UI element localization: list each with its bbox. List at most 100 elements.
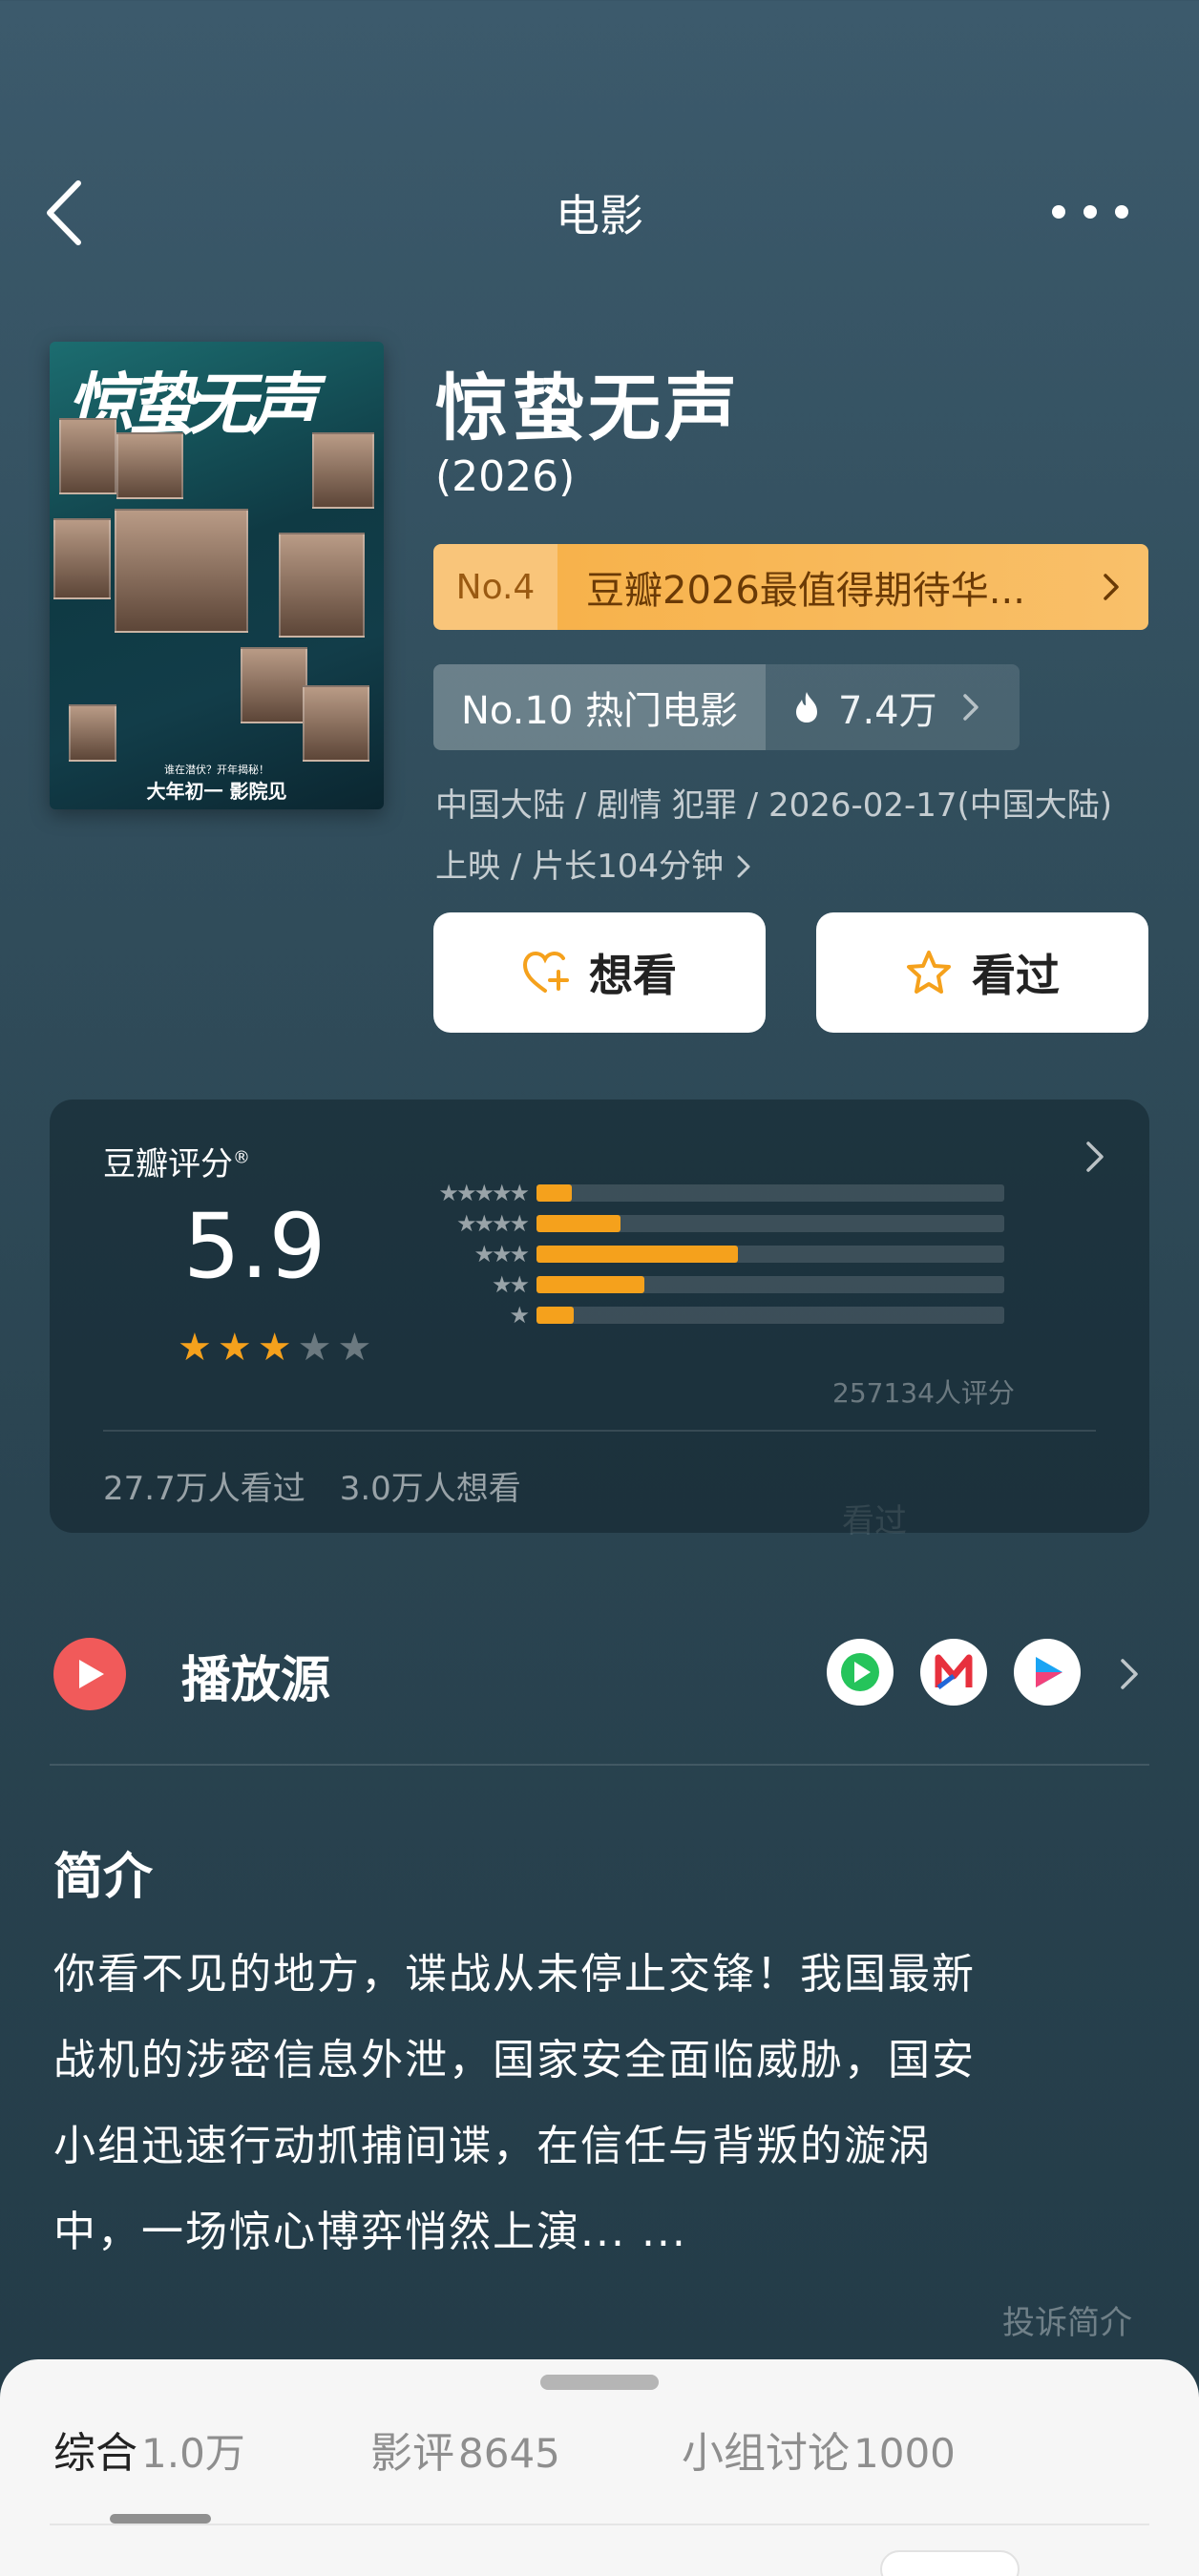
filter-pill[interactable]: [880, 2550, 1020, 2576]
faded-seen-text: 看过: [842, 1502, 907, 1540]
distribution-stars-icon: ★: [509, 1302, 530, 1329]
poster-portrait: [115, 509, 248, 633]
rating-count: 257134人评分: [832, 1377, 1015, 1409]
distribution-bar: [536, 1184, 572, 1202]
drag-handle[interactable]: [540, 2375, 659, 2390]
intro-text[interactable]: 你看不见的地方，谍战从未停止交锋！我国最新 战机的涉密信息外泄，国家安全面临威胁…: [53, 1932, 1151, 2275]
distribution-stars-icon: ★★★: [473, 1241, 530, 1267]
rating-stars: ★ ★ ★ ★ ★: [178, 1329, 371, 1367]
seen-button[interactable]: 看过: [816, 912, 1148, 1033]
rating-distribution-row: ★: [417, 1300, 1004, 1330]
rank-number: No.4: [433, 544, 557, 630]
movie-poster[interactable]: 惊蛰无声 谁在潜伏？开年揭秘！ 大年初一 影院见: [50, 342, 384, 809]
section-divider: [50, 1764, 1149, 1766]
rating-card[interactable]: 豆瓣评分® 5.9 ★ ★ ★ ★ ★ ★★★★★ ★★★★ ★★★ ★★ ★ 257134人评…: [50, 1100, 1149, 1540]
poster-portrait: [303, 685, 369, 762]
tab-count: 1000: [853, 2430, 956, 2477]
tab-count: 8645: [458, 2430, 560, 2477]
heart-plus-icon: [522, 951, 569, 993]
distribution-bar: [536, 1307, 575, 1324]
poster-portrait: [279, 533, 365, 638]
star-empty-icon: ★: [337, 1326, 372, 1370]
distribution-track: [536, 1276, 1004, 1293]
poster-portrait: [116, 432, 183, 499]
divider: [103, 1430, 1096, 1432]
meta-line-1: 中国大陆 / 剧情 犯罪 / 2026-02-17(中国大陆): [435, 786, 1113, 825]
tab-reviews[interactable]: 影评 8645: [370, 2419, 560, 2480]
chevron-right-icon: [737, 855, 750, 878]
more-dots-icon: [1052, 205, 1065, 219]
active-tab-indicator: [110, 2514, 211, 2524]
want-to-watch-button[interactable]: 想看: [433, 912, 766, 1033]
distribution-track: [536, 1307, 1004, 1324]
movie-title: 惊蛰无声: [435, 366, 741, 450]
tab-group-discussion[interactable]: 小组讨论 1000: [682, 2419, 956, 2480]
distribution-stars-icon: ★★★★★: [438, 1180, 530, 1206]
divider: [50, 2524, 1149, 2525]
heat-count: 7.4万: [838, 689, 937, 733]
rating-title: 豆瓣评分: [103, 1145, 233, 1183]
movie-year: (2026): [435, 452, 576, 501]
tab-label: 影评: [370, 2429, 454, 2478]
seen-label: 看过: [972, 950, 1060, 1001]
poster-tagline: 大年初一 影院见: [146, 780, 287, 803]
distribution-track: [536, 1215, 1004, 1232]
chevron-right-icon: [1086, 1141, 1104, 1172]
poster-portrait: [312, 432, 374, 509]
star-filled-icon: ★: [257, 1326, 292, 1370]
iqiyi-icon[interactable]: [827, 1639, 894, 1706]
ranking-banner-secondary[interactable]: No.10 热门电影 7.4万: [433, 664, 1020, 750]
meta-line-2: 上映 / 片长104分钟: [435, 848, 724, 886]
ranking-banner-primary[interactable]: No.4 豆瓣2026最值得期待华...: [433, 544, 1148, 630]
rank-list-name: 豆瓣2026最值得期待华...: [586, 569, 1025, 613]
poster-subline: 谁在潜伏？开年揭秘！: [164, 764, 269, 776]
seen-count: 27.7万人看过: [103, 1470, 305, 1508]
want-label: 想看: [589, 950, 677, 1001]
star-filled-icon: ★: [217, 1326, 252, 1370]
registered-mark-icon: ®: [233, 1147, 250, 1168]
rating-distribution-row: ★★★★: [417, 1208, 1004, 1239]
distribution-bar: [536, 1276, 644, 1293]
rating-score: 5.9: [183, 1195, 326, 1299]
youku-icon[interactable]: [1014, 1639, 1081, 1706]
intro-line: 你看不见的地方，谍战从未停止交锋！我国最新: [53, 1950, 976, 1999]
page-title: 电影: [556, 190, 643, 241]
star-filled-icon: ★: [178, 1326, 212, 1370]
complaint-link[interactable]: 投诉简介: [1002, 2296, 1132, 2343]
poster-portrait: [59, 418, 116, 494]
chevron-right-icon: [1104, 574, 1119, 600]
intro-line: 战机的涉密信息外泄，国家安全面临威胁，国安: [53, 2036, 976, 2084]
rating-distribution-row: ★★: [417, 1269, 1004, 1300]
distribution-track: [536, 1184, 1004, 1202]
tab-count: 1.0万: [141, 2430, 245, 2477]
play-source-title[interactable]: 播放源: [181, 1640, 330, 1711]
distribution-stars-icon: ★★★★: [455, 1210, 530, 1237]
flame-icon: [796, 692, 817, 723]
tab-label: 小组讨论: [682, 2429, 850, 2478]
poster-portrait: [69, 704, 116, 762]
hot-movie-rank: No.10 热门电影: [433, 664, 766, 750]
intro-title: 简介: [53, 1849, 154, 1906]
star-empty-icon: ★: [297, 1326, 332, 1370]
intro-line: 中，一场惊心博弈悄然上演... ...: [53, 2208, 687, 2256]
movie-meta[interactable]: 中国大陆 / 剧情 犯罪 / 2026-02-17(中国大陆) 上映 / 片长1…: [435, 775, 1161, 897]
rating-distribution-row: ★★★: [417, 1239, 1004, 1269]
poster-portrait: [53, 518, 111, 599]
chevron-right-icon: [962, 694, 978, 721]
want-count: 3.0万人想看: [339, 1470, 521, 1508]
distribution-track: [536, 1246, 1004, 1263]
mgtv-icon[interactable]: [920, 1639, 987, 1706]
poster-portrait: [241, 647, 307, 723]
chevron-right-icon[interactable]: [1117, 1657, 1142, 1691]
more-button[interactable]: [1052, 202, 1128, 221]
play-source-icon: [53, 1638, 126, 1710]
tab-label: 综合: [53, 2429, 137, 2478]
intro-line: 小组迅速行动抓捕间谍，在信任与背叛的漩涡: [53, 2122, 932, 2170]
rating-distribution-row: ★★★★★: [417, 1178, 1004, 1208]
play-icon: [79, 1660, 104, 1688]
distribution-bar: [536, 1215, 621, 1232]
distribution-stars-icon: ★★: [491, 1271, 530, 1298]
tab-overview[interactable]: 综合 1.0万: [53, 2419, 245, 2480]
distribution-bar: [536, 1246, 738, 1263]
star-outline-icon: [907, 951, 951, 994]
